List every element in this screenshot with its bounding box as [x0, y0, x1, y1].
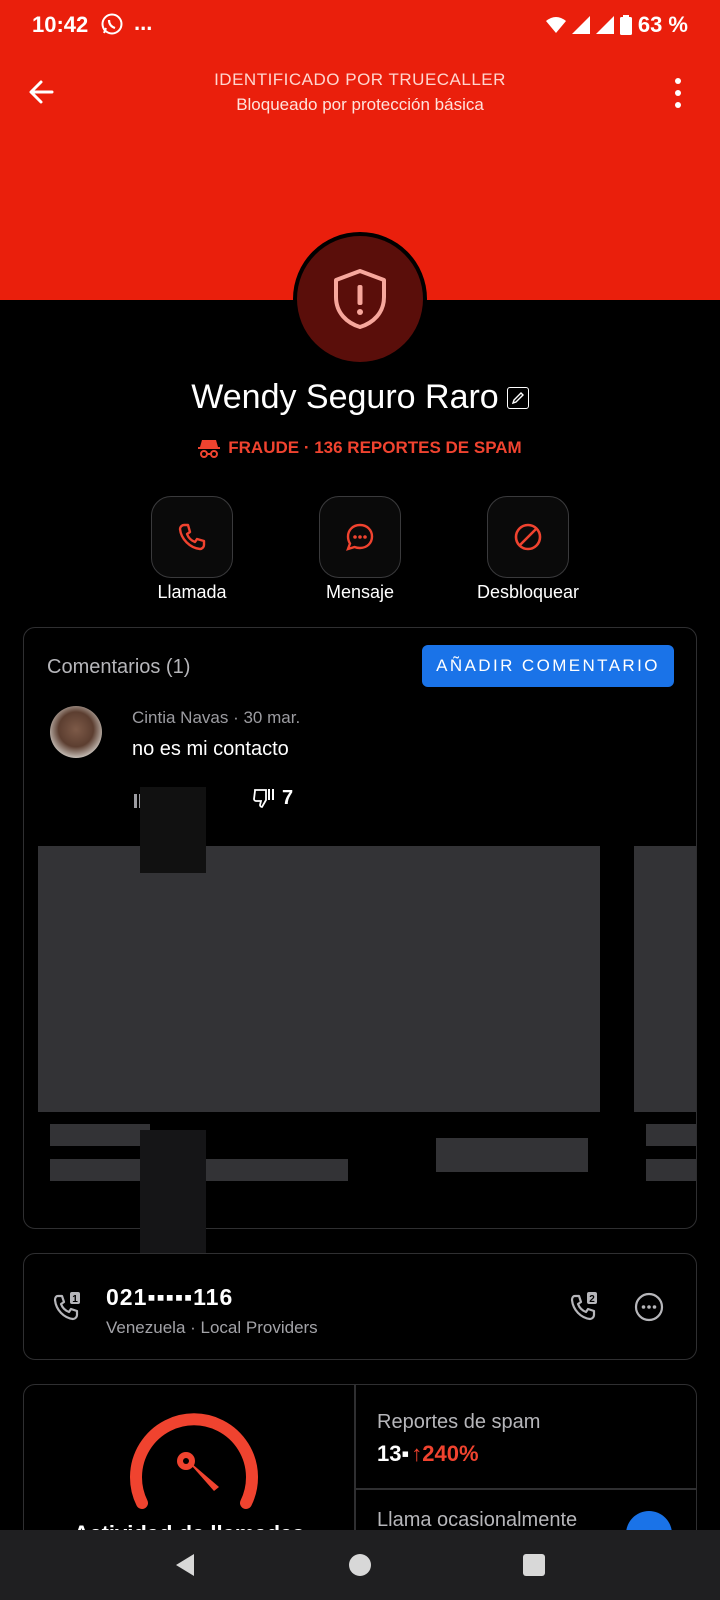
phone-number: 021▪▪▪▪▪116	[106, 1284, 234, 1310]
more-notifications-icon: ...	[134, 10, 153, 35]
whatsapp-icon	[101, 13, 123, 35]
placeholder-line	[50, 1124, 150, 1146]
battery-icon	[619, 15, 632, 35]
avatar	[297, 236, 423, 362]
fraud-spam-label: FRAUDE · 136 REPORTES DE SPAM	[228, 438, 522, 457]
signal-icon-2	[595, 16, 614, 34]
dislike-count: 7	[282, 786, 294, 809]
placeholder-line	[646, 1124, 696, 1146]
spam-growth: ↑240%	[411, 1441, 479, 1466]
wifi-icon	[545, 17, 566, 33]
sms-icon[interactable]	[632, 1290, 666, 1324]
nav-recents-icon[interactable]	[523, 1554, 545, 1576]
unblock-label: Desbloquear	[476, 582, 580, 602]
phone-number-card[interactable]: 1 021▪▪▪▪▪116 Venezuela · Local Provider…	[23, 1253, 697, 1360]
unblock-button[interactable]	[487, 496, 569, 578]
nav-back-icon[interactable]	[172, 1552, 198, 1578]
spam-reports-label: Reportes de spam	[377, 1411, 541, 1433]
sim1-call-icon[interactable]: 1	[50, 1290, 84, 1324]
more-options-icon[interactable]	[666, 76, 690, 110]
comment-text: no es mi contacto	[132, 738, 289, 760]
add-comment-button[interactable]: AÑADIR COMENTARIO	[422, 645, 674, 687]
message-icon	[346, 523, 374, 551]
header-subtitle: Bloqueado por protección básica	[236, 95, 484, 114]
contact-name: Wendy Seguro Raro	[191, 378, 499, 416]
status-bar: 10:42 ... 63 %	[0, 0, 720, 52]
redaction-block	[140, 787, 206, 873]
placeholder-block	[38, 846, 600, 1112]
phone-carrier: Venezuela · Local Providers	[106, 1318, 318, 1337]
stats-divider	[354, 1488, 696, 1490]
unblock-icon	[514, 523, 542, 551]
comments-title: Comentarios (1)	[47, 656, 191, 678]
message-button[interactable]	[319, 496, 401, 578]
svg-text:1: 1	[72, 1294, 78, 1305]
call-label: Llamada	[157, 582, 227, 602]
comments-card: Comentarios (1) AÑADIR COMENTARIO Cintia…	[23, 627, 697, 1229]
placeholder-line	[646, 1159, 696, 1181]
battery-percent: 63 %	[637, 12, 688, 37]
spam-reports-value: 13▪	[377, 1441, 410, 1466]
header-title: IDENTIFICADO POR TRUECALLER	[214, 70, 506, 89]
phone-icon	[178, 523, 206, 551]
contact-name-row: Wendy Seguro Raro	[0, 378, 720, 417]
call-activity-gauge	[130, 1413, 258, 1509]
sim2-call-icon[interactable]: 2	[567, 1290, 601, 1324]
commenter-avatar	[50, 706, 102, 758]
signal-icon	[571, 16, 590, 34]
dislike-control[interactable]: 7	[252, 786, 293, 810]
nav-home-icon[interactable]	[349, 1554, 371, 1576]
status-time: 10:42	[32, 12, 89, 37]
placeholder-block-side	[634, 846, 696, 1112]
shield-alert-icon	[334, 269, 386, 329]
thumbs-down-icon	[253, 789, 274, 808]
call-frequency-label: Llama ocasionalmente	[377, 1509, 578, 1531]
fraud-label-row: FRAUDE · 136 REPORTES DE SPAM	[0, 438, 720, 458]
spy-icon	[198, 440, 221, 458]
placeholder-line	[436, 1138, 588, 1172]
edit-name-icon[interactable]	[506, 386, 529, 409]
svg-text:2: 2	[589, 1294, 595, 1305]
comment-author-date: Cintia Navas · 30 mar.	[132, 708, 301, 727]
call-button[interactable]	[151, 496, 233, 578]
system-nav-bar	[0, 1530, 720, 1600]
spam-reports-value-row: 13▪ ↑240%	[377, 1441, 479, 1467]
message-label: Mensaje	[325, 582, 395, 602]
